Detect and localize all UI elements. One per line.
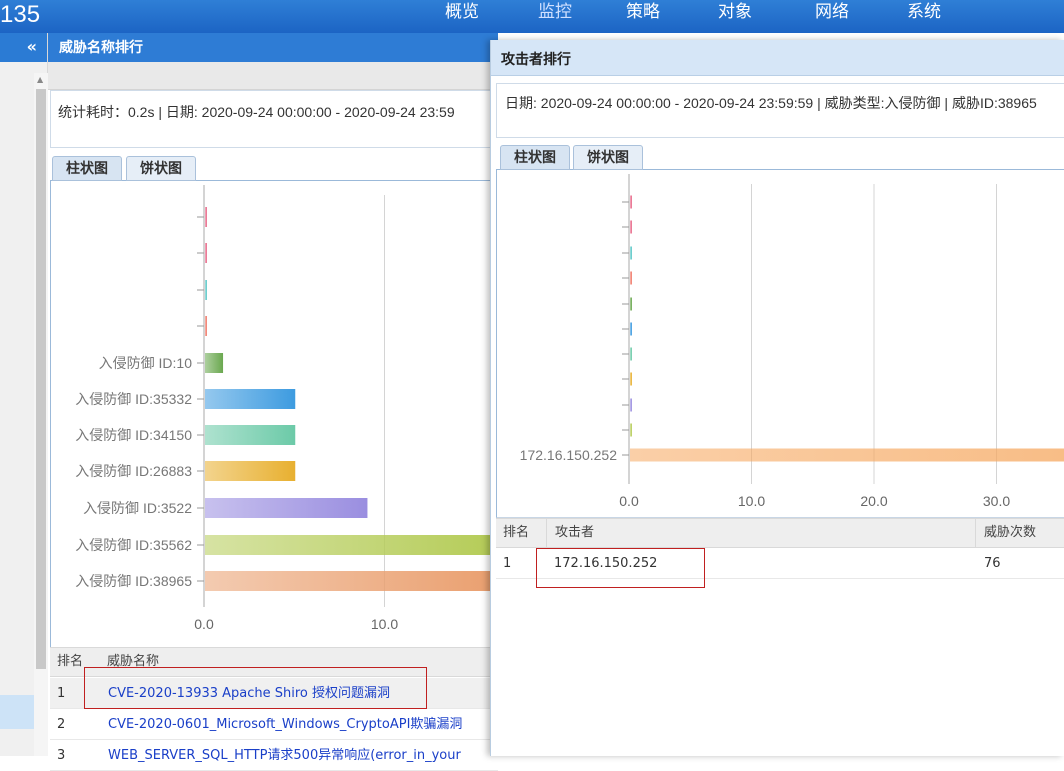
bar[interactable] xyxy=(205,389,296,409)
bar[interactable] xyxy=(205,280,207,300)
stats-summary: 日期: 2020-09-24 00:00:00 - 2020-09-24 23:… xyxy=(496,83,1064,138)
col-rank: 排名 xyxy=(57,654,84,669)
sidebar-scrollbar[interactable]: ▲ xyxy=(34,73,48,756)
tab-bar-chart[interactable]: 柱状图 xyxy=(52,156,122,181)
bar[interactable] xyxy=(630,398,632,412)
x-tick-label: 0.0 xyxy=(194,616,214,632)
scrollbar-thumb[interactable] xyxy=(36,89,46,669)
attacker-bar-chart: 0.0 10.0 20.0 30.0 172.16.150.252 xyxy=(520,174,1064,509)
bar[interactable] xyxy=(205,571,494,591)
threat-name-link[interactable]: CVE-2020-0601_Microsoft_Windows_CryptoAP… xyxy=(108,709,462,739)
panel-title: 攻击者排行 xyxy=(491,40,1064,76)
bar[interactable] xyxy=(205,461,296,481)
chart-tabs: 柱状图 饼状图 xyxy=(50,153,498,181)
y-category-label: 入侵防御 ID:38965 xyxy=(75,573,192,589)
chart-tabs: 柱状图 饼状图 xyxy=(496,142,1064,170)
app-logo-text: 135 xyxy=(0,1,41,28)
nav-policy[interactable]: 策略 xyxy=(626,0,660,33)
y-category-label: 入侵防御 ID:10 xyxy=(99,355,193,371)
threat-bar-chart: 0.0 10.0 入侵防御 ID:10 入侵防御 ID:35332 入侵防御 ID:34… xyxy=(75,185,494,632)
bar[interactable] xyxy=(205,243,207,263)
nav-system[interactable]: 系统 xyxy=(907,0,941,33)
y-category-label: 入侵防御 ID:26883 xyxy=(75,463,192,479)
nav-objects[interactable]: 对象 xyxy=(718,0,752,33)
nav-overview[interactable]: 概览 xyxy=(445,0,479,33)
table-row[interactable]: 2 CVE-2020-0601_Microsoft_Windows_Crypto… xyxy=(50,709,498,740)
table-header: 排名 攻击者 威胁次数 xyxy=(496,518,1064,548)
highlight-box xyxy=(536,548,705,588)
row-rank: 2 xyxy=(57,717,66,732)
y-category-label: 入侵防御 ID:35562 xyxy=(75,537,192,553)
x-tick-label: 20.0 xyxy=(860,493,887,509)
left-sidebar: « ▲ xyxy=(0,33,48,756)
y-category-label: 入侵防御 ID:34150 xyxy=(75,427,192,443)
row-rank: 1 xyxy=(57,686,66,701)
x-tick-label: 10.0 xyxy=(371,616,398,632)
y-category-label: 172.16.150.252 xyxy=(520,447,618,463)
stats-summary: 统计耗时：0.2s | 日期: 2020-09-24 00:00:00 - 20… xyxy=(50,90,498,148)
collapse-sidebar-icon[interactable]: « xyxy=(0,33,47,62)
bar[interactable] xyxy=(205,425,296,445)
col-rank: 排名 xyxy=(503,525,530,540)
panel-toolbar xyxy=(48,62,498,90)
bar[interactable] xyxy=(630,271,632,285)
bar[interactable] xyxy=(630,220,632,234)
bar[interactable] xyxy=(630,448,1064,462)
y-category-label: 入侵防御 ID:3522 xyxy=(83,500,192,516)
bar[interactable] xyxy=(630,347,632,361)
bar[interactable] xyxy=(630,322,632,336)
sidebar-selected-item[interactable] xyxy=(0,695,34,729)
col-attacker: 攻击者 xyxy=(546,519,594,547)
bar-chart-area: 0.0 10.0 入侵防御 ID:10 入侵防御 ID:35332 入侵防御 ID:34… xyxy=(50,181,498,651)
highlight-box xyxy=(84,667,427,709)
col-threat-count: 威胁次数 xyxy=(975,519,1036,547)
threat-count: 76 xyxy=(984,556,1001,571)
row-rank: 1 xyxy=(503,556,512,571)
threat-name-ranking-panel: 威胁名称排行 统计耗时：0.2s | 日期: 2020-09-24 00:00:… xyxy=(48,33,498,771)
bar[interactable] xyxy=(630,195,632,209)
tab-pie-chart[interactable]: 饼状图 xyxy=(126,156,196,181)
tab-pie-chart[interactable]: 饼状图 xyxy=(573,145,643,170)
x-tick-label: 10.0 xyxy=(738,493,765,509)
bar[interactable] xyxy=(630,297,632,311)
bar[interactable] xyxy=(205,353,224,373)
bar[interactable] xyxy=(205,498,368,518)
x-tick-label: 0.0 xyxy=(619,493,639,509)
bar-chart-area: 0.0 10.0 20.0 30.0 172.16.150.252 xyxy=(496,170,1064,518)
y-category-label: 入侵防御 ID:35332 xyxy=(75,391,192,407)
x-tick-label: 30.0 xyxy=(983,493,1010,509)
bar[interactable] xyxy=(630,423,632,437)
nav-network[interactable]: 网络 xyxy=(815,0,849,33)
attacker-ranking-panel: 攻击者排行 日期: 2020-09-24 00:00:00 - 2020-09-… xyxy=(490,40,1064,756)
bar[interactable] xyxy=(630,246,632,260)
bar[interactable] xyxy=(630,372,632,386)
tab-bar-chart[interactable]: 柱状图 xyxy=(500,145,570,170)
scroll-up-icon[interactable]: ▲ xyxy=(37,75,43,84)
top-navbar: 135 概览 监控 策略 对象 网络 系统 xyxy=(0,0,1064,33)
bar[interactable] xyxy=(205,207,207,227)
panel-title: 威胁名称排行 xyxy=(48,33,498,62)
bar[interactable] xyxy=(205,316,207,336)
bar[interactable] xyxy=(205,535,494,555)
nav-monitor[interactable]: 监控 xyxy=(538,0,572,33)
